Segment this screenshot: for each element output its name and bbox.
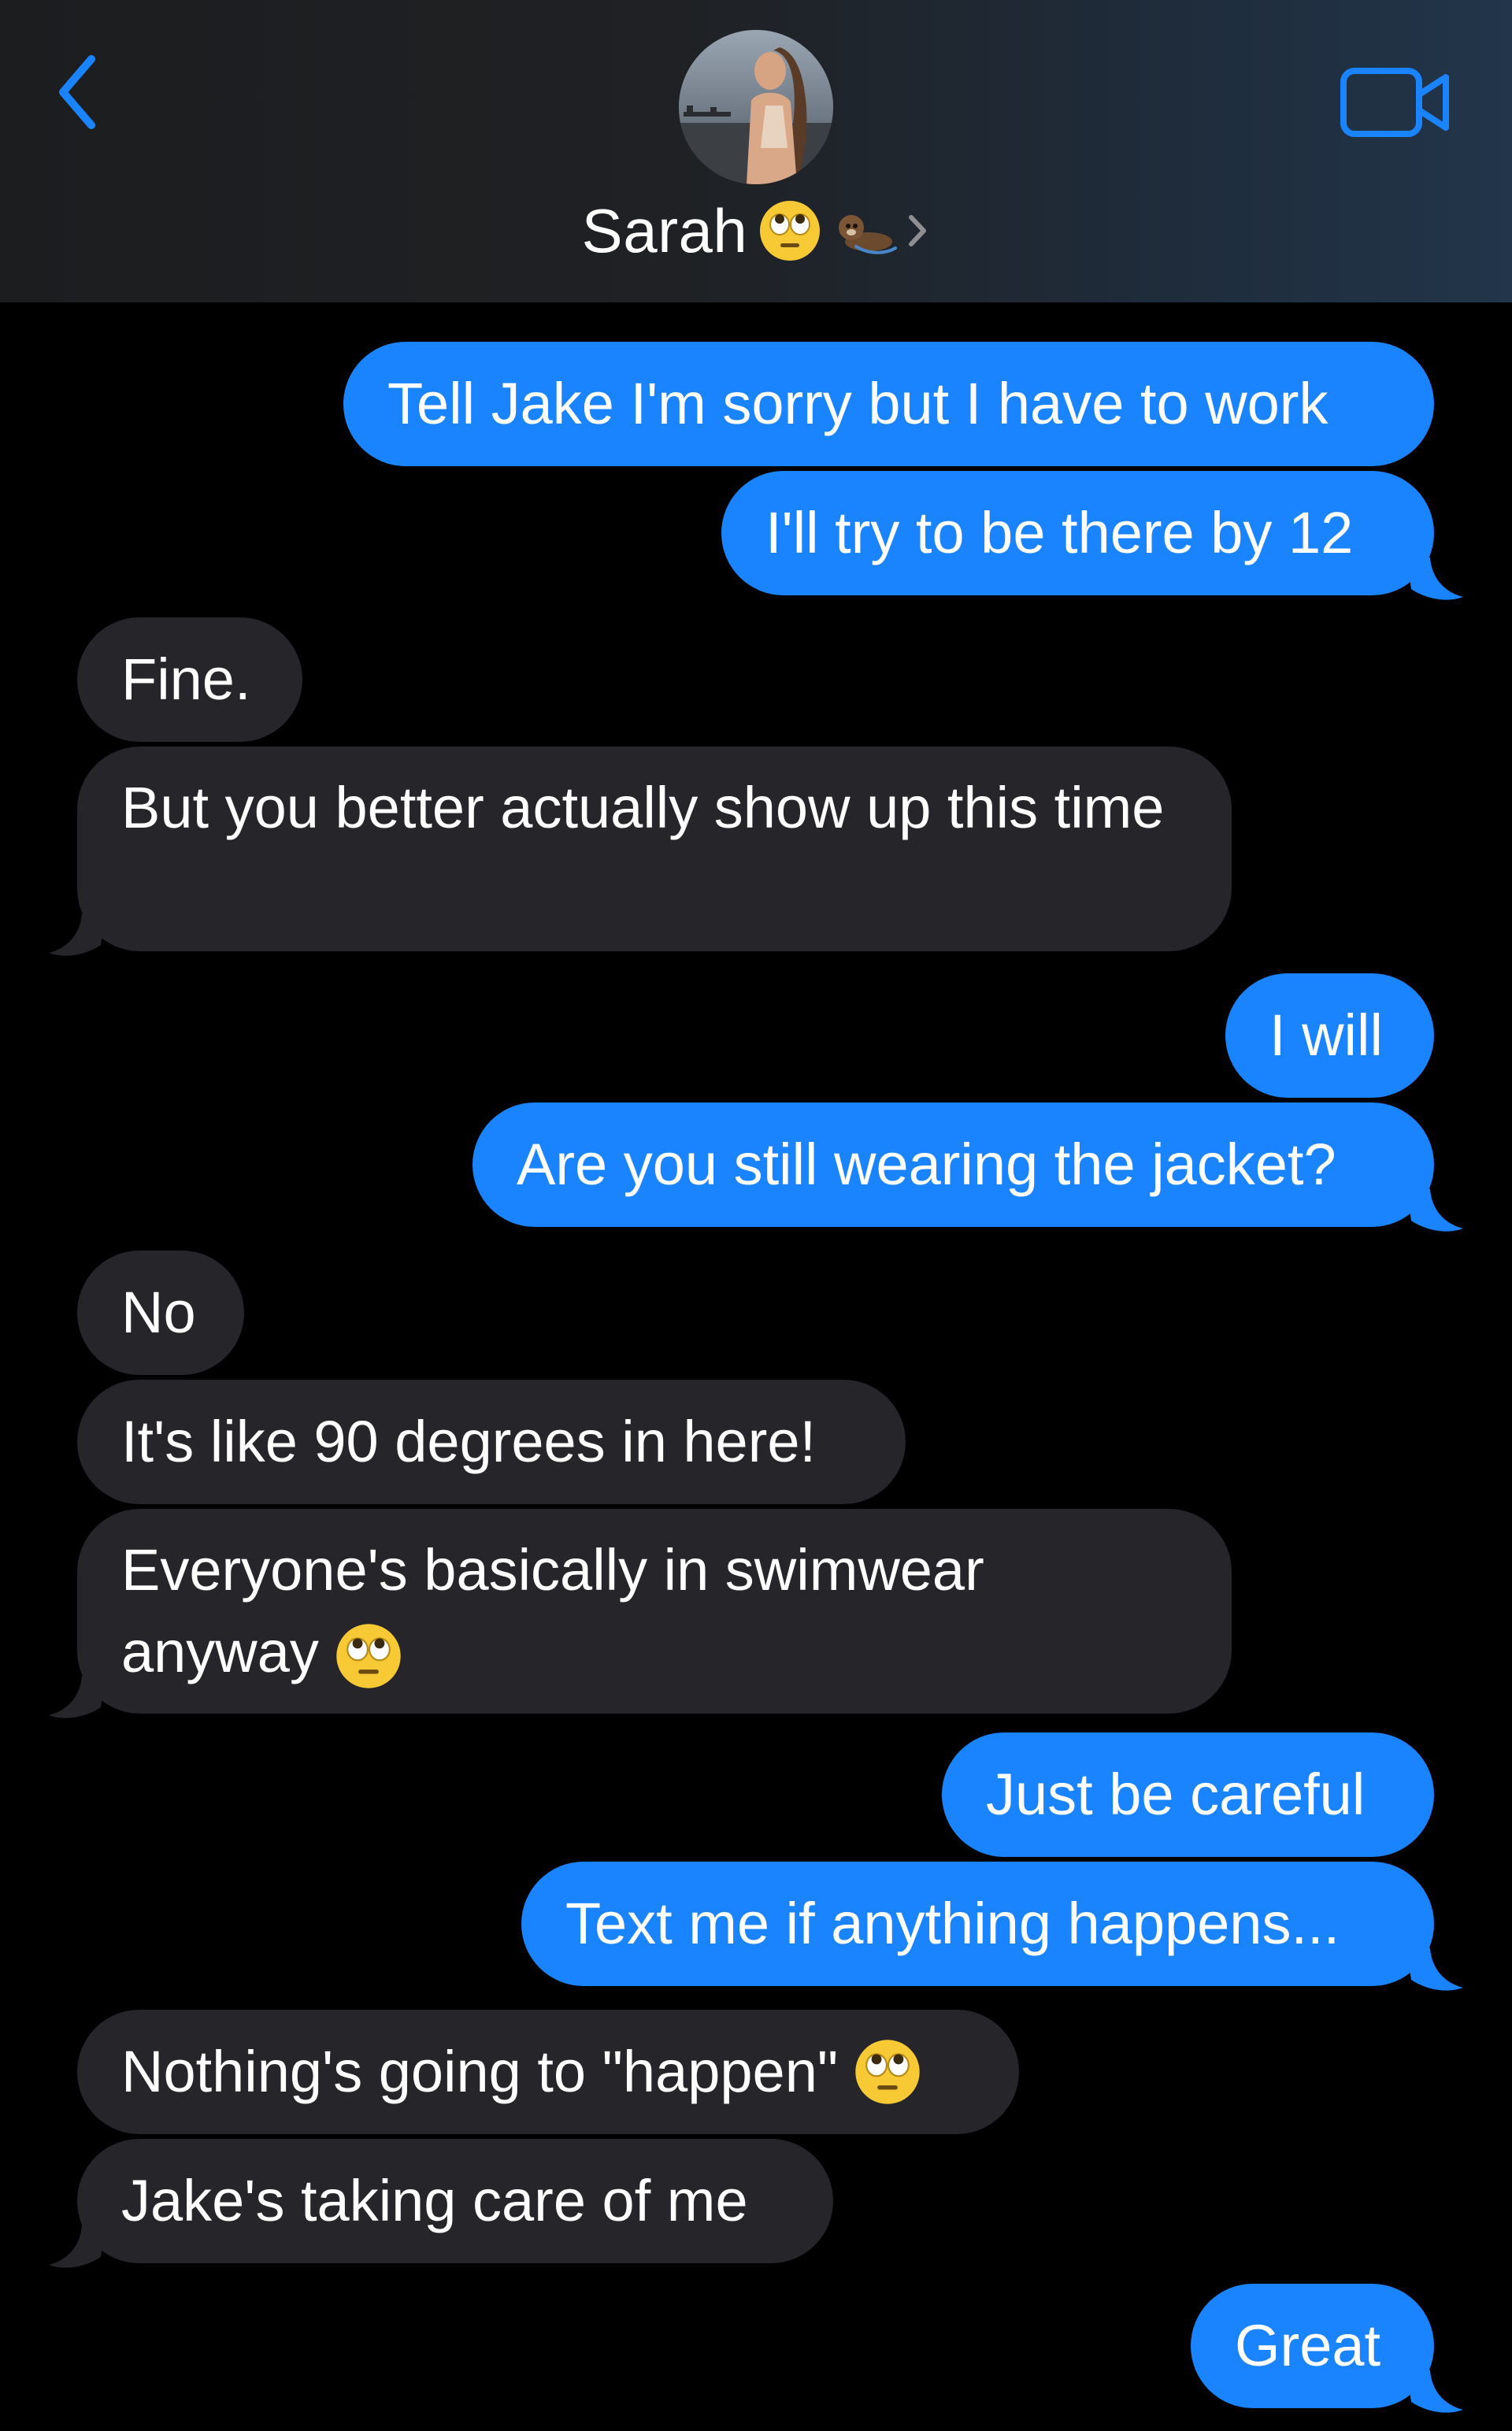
message-sent[interactable]: I will [1225,973,1434,1098]
message-text: I'll try to be there by 12 [765,500,1354,565]
message-text: Everyone's basically in swimwear anyway [121,1537,984,1684]
rolling-eyes-emoji-icon [852,2036,923,2107]
message-sent[interactable]: Just be careful [942,1732,1434,1857]
message-text: Are you still wearing the jacket? [517,1132,1336,1197]
sent-bubble-tail [1406,558,1463,600]
chevron-right-icon [906,211,930,250]
contact-name: Sarah [581,195,748,265]
message-text: It's like 90 degrees in here! [121,1409,817,1474]
message-received[interactable]: It's like 90 degrees in here! [77,1380,906,1504]
sent-bubble-tail [1406,2370,1463,2413]
message-sent[interactable]: Are you still wearing the jacket? [472,1102,1434,1227]
message-text: Nothing's going to "happen" [121,2039,839,2104]
message-received[interactable]: Everyone's basically in swimwear anyway [77,1509,1232,1714]
message-sent[interactable]: Great [1191,2284,1434,2408]
message-received[interactable]: Jake's taking care of me [77,2139,833,2263]
message-text: Tell Jake I'm sorry but I have to work [387,371,1329,436]
message-text: Text me if anything happens... [565,1891,1340,1956]
chevron-left-icon [59,55,95,129]
rolling-eyes-emoji-icon [333,1621,404,1692]
avatar[interactable] [679,30,833,184]
message-text: Great [1235,2313,1381,2378]
message-text: No [121,1280,196,1345]
message-received[interactable]: No [77,1251,244,1375]
conversation-header: Sarah [0,0,1512,302]
message-text: But you better actually show up this tim… [121,775,1165,840]
contact-name-button[interactable]: Sarah [0,187,1512,274]
message-sent[interactable]: Text me if anything happens... [521,1862,1434,1986]
message-received[interactable]: Fine. [77,617,302,742]
message-sent[interactable]: I'll try to be there by 12 [721,471,1434,595]
back-button[interactable] [46,49,109,135]
message-received[interactable]: But you better actually show up this tim… [77,747,1232,951]
received-bubble-tail [49,1676,106,1718]
message-sent[interactable]: Tell Jake I'm sorry but I have to work [343,342,1434,466]
message-thread: Tell Jake I'm sorry but I have to work I… [0,302,1512,2431]
received-bubble-tail [49,2225,106,2268]
message-text: Jake's taking care of me [121,2168,748,2233]
message-text: Just be careful [986,1762,1366,1827]
otter-emoji-icon [832,198,899,264]
video-call-button[interactable] [1339,63,1453,142]
avatar-photo [679,30,833,184]
message-text: Fine. [121,647,251,712]
sent-bubble-tail [1406,1948,1463,1991]
sent-bubble-tail [1406,1189,1463,1232]
rolling-eyes-emoji-icon [757,198,823,264]
received-bubble-tail [49,913,106,956]
message-text: I will [1269,1002,1383,1068]
message-received[interactable]: Nothing's going to "happen" [77,2010,1019,2134]
video-camera-icon [1340,68,1449,137]
